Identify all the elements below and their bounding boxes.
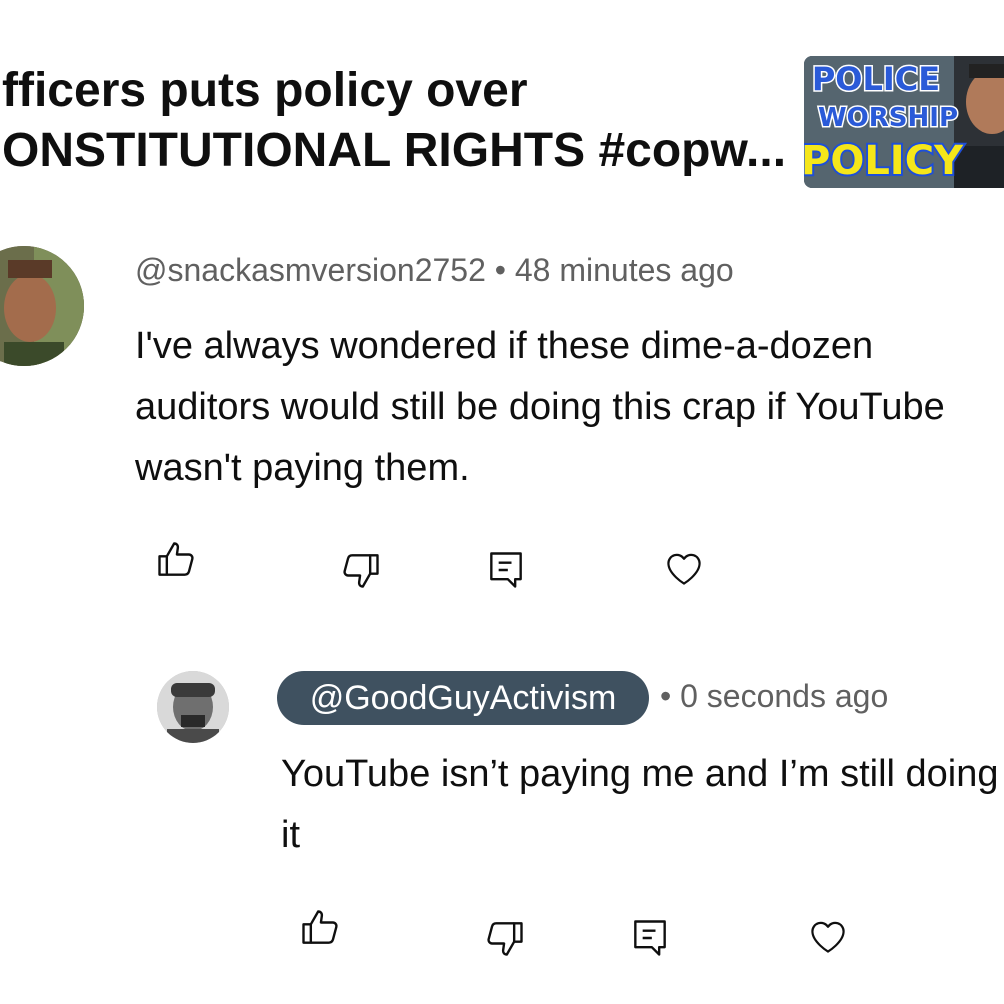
reply-meta: • 0 seconds ago xyxy=(660,678,889,714)
reply-avatar[interactable] xyxy=(157,671,229,743)
thumbnail-art: POLICE WORSHIP POLICY xyxy=(804,56,1004,188)
heart-icon[interactable] xyxy=(662,546,706,590)
thumbnail-line-2: WORSHIP xyxy=(818,103,958,133)
like-icon[interactable] xyxy=(154,538,198,582)
reply-dislike-icon[interactable] xyxy=(483,916,527,960)
comment-meta: @snackasmversion2752 • 48 minutes ago xyxy=(135,252,734,288)
video-title-line-1[interactable]: fficers puts policy over xyxy=(2,62,528,120)
reply-text: YouTube isn’t paying me and I’m still do… xyxy=(281,753,999,856)
thumbnail-line-1: POLICE xyxy=(812,60,940,98)
reply-like-icon[interactable] xyxy=(298,906,342,950)
comment-text: I've always wondered if these dime-a-doz… xyxy=(135,325,945,489)
thumbnail-line-3: POLICY xyxy=(804,138,964,184)
dislike-icon[interactable] xyxy=(339,548,383,592)
reply-icon[interactable] xyxy=(484,548,528,592)
video-thumbnail[interactable]: POLICE WORSHIP POLICY xyxy=(804,56,1004,188)
video-title-line-2[interactable]: ONSTITUTIONAL RIGHTS #copw... xyxy=(2,122,786,180)
reply-reply-icon[interactable] xyxy=(628,916,672,960)
avatar-image xyxy=(0,246,84,366)
reply-author-handle[interactable]: @GoodGuyActivism xyxy=(277,671,649,725)
reply-heart-icon[interactable] xyxy=(806,914,850,958)
avatar[interactable] xyxy=(0,246,84,366)
reply-avatar-image xyxy=(157,671,229,743)
